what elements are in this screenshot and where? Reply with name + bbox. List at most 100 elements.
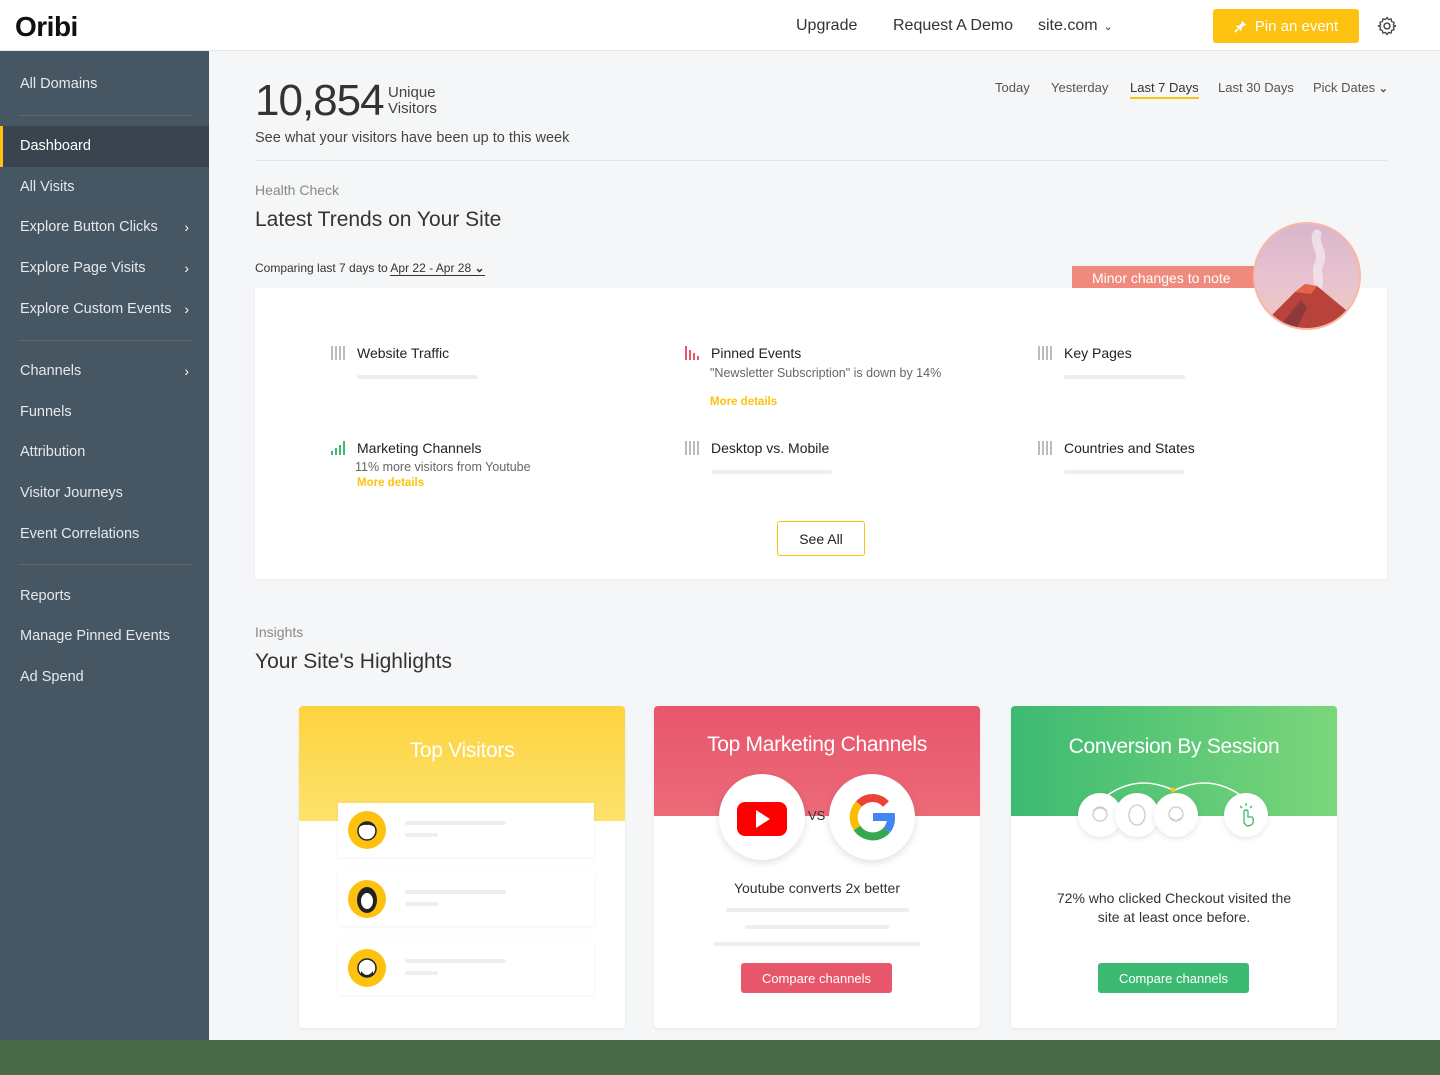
top-bar: Oribi Upgrade Request A Demo site.com ⌄ P… bbox=[0, 0, 1440, 51]
visitors-label: Visitors bbox=[388, 100, 437, 117]
trend-title: Website Traffic bbox=[357, 345, 450, 361]
range-pick-dates[interactable]: Pick Dates ⌄ bbox=[1313, 80, 1388, 95]
range-last-7-days[interactable]: Last 7 Days bbox=[1130, 80, 1199, 99]
placeholder-line bbox=[714, 942, 921, 946]
bar-chart-up-icon bbox=[331, 441, 347, 455]
trend-title: Pinned Events bbox=[711, 345, 802, 361]
sidebar-item-label: Explore Page Visits bbox=[20, 260, 146, 276]
see-all-button[interactable]: See All bbox=[777, 521, 865, 556]
trend-title: Key Pages bbox=[1064, 345, 1132, 361]
header-divider bbox=[255, 160, 1387, 161]
avatar bbox=[348, 811, 386, 849]
request-demo-link[interactable]: Request A Demo bbox=[893, 17, 1013, 35]
youtube-logo bbox=[719, 774, 805, 860]
bar-chart-icon bbox=[331, 346, 347, 360]
upgrade-link[interactable]: Upgrade bbox=[796, 17, 857, 35]
card-header-band bbox=[654, 706, 980, 816]
sidebar-item-label: Visitor Journeys bbox=[20, 485, 123, 501]
trend-title: Marketing Channels bbox=[357, 440, 482, 456]
trend-description: 11% more visitors from Youtube bbox=[355, 460, 531, 474]
card-title: Top Marketing Channels bbox=[707, 733, 927, 756]
sidebar-item-explore-custom-events[interactable]: Explore Custom Events › bbox=[0, 289, 209, 330]
bar-chart-icon bbox=[1038, 346, 1054, 360]
visitor-row[interactable] bbox=[338, 941, 594, 995]
sidebar-item-manage-pinned-events[interactable]: Manage Pinned Events bbox=[0, 616, 209, 657]
pin-icon bbox=[1234, 20, 1246, 33]
chevron-down-icon: ⌄ bbox=[474, 261, 485, 275]
session-visitor-avatar bbox=[1115, 793, 1159, 837]
trend-pinned-events[interactable]: Pinned Events "Newsletter Subscription" … bbox=[685, 345, 941, 408]
site-selector[interactable]: site.com ⌄ bbox=[1038, 17, 1113, 35]
sidebar-item-reports[interactable]: Reports bbox=[0, 576, 209, 617]
trend-title: Countries and States bbox=[1064, 440, 1195, 456]
sidebar-item-event-correlations[interactable]: Event Correlations bbox=[0, 514, 209, 555]
sidebar-item-channels[interactable]: Channels › bbox=[0, 351, 209, 392]
range-last-30-days[interactable]: Last 30 Days bbox=[1218, 80, 1294, 95]
google-icon bbox=[849, 793, 895, 841]
footer-band bbox=[0, 1040, 1440, 1075]
compare-channels-button[interactable]: Compare channels bbox=[741, 963, 892, 993]
sidebar-item-funnels[interactable]: Funnels bbox=[0, 392, 209, 433]
sidebar-item-all-visits[interactable]: All Visits bbox=[0, 167, 209, 208]
placeholder-line bbox=[405, 971, 438, 975]
click-hand-icon bbox=[1224, 793, 1268, 837]
sidebar-divider bbox=[20, 340, 192, 341]
placeholder-line bbox=[1064, 470, 1185, 474]
chevron-right-icon: › bbox=[184, 301, 189, 317]
bar-chart-icon bbox=[1038, 441, 1054, 455]
placeholder-line bbox=[357, 375, 478, 379]
sidebar-item-dashboard[interactable]: Dashboard bbox=[0, 126, 209, 167]
sidebar-item-label: Dashboard bbox=[20, 138, 91, 154]
trend-website-traffic[interactable]: Website Traffic bbox=[331, 345, 478, 379]
trend-desktop-vs-mobile[interactable]: Desktop vs. Mobile bbox=[685, 440, 832, 474]
sidebar-item-label: Reports bbox=[20, 588, 71, 604]
volcano-icon bbox=[1259, 229, 1359, 328]
vs-label: VS bbox=[808, 808, 826, 823]
sidebar-item-label: Ad Spend bbox=[20, 669, 84, 685]
card-text-line: 72% who clicked Checkout visited the bbox=[1056, 890, 1292, 906]
compare-channels-button[interactable]: Compare channels bbox=[1098, 963, 1249, 993]
pin-event-button[interactable]: Pin an event bbox=[1213, 9, 1359, 43]
sidebar-item-attribution[interactable]: Attribution bbox=[0, 432, 209, 473]
comparing-prefix: Comparing last 7 days to bbox=[255, 261, 388, 275]
placeholder-line bbox=[726, 908, 909, 912]
trend-key-pages[interactable]: Key Pages bbox=[1038, 345, 1185, 379]
sidebar-item-all-domains[interactable]: All Domains bbox=[0, 64, 209, 105]
sidebar-item-explore-button-clicks[interactable]: Explore Button Clicks › bbox=[0, 207, 209, 248]
more-details-link[interactable]: More details bbox=[710, 396, 941, 408]
visitor-row[interactable] bbox=[338, 872, 594, 926]
trend-marketing-channels[interactable]: Marketing Channels 11% more visitors fro… bbox=[331, 440, 531, 489]
trend-description: "Newsletter Subscription" is down by 14% bbox=[710, 366, 942, 380]
placeholder-line bbox=[405, 833, 438, 837]
insights-title: Your Site's Highlights bbox=[255, 650, 453, 673]
sidebar-item-label: All Visits bbox=[20, 179, 75, 195]
pick-dates-label: Pick Dates bbox=[1313, 80, 1376, 95]
card-text-line: site at least once before. bbox=[1097, 909, 1251, 925]
card-title: Top Visitors bbox=[409, 739, 515, 762]
trend-countries-and-states[interactable]: Countries and States bbox=[1038, 440, 1195, 474]
oribi-logo[interactable]: Oribi bbox=[15, 11, 78, 43]
insights-kicker: Insights bbox=[255, 624, 304, 640]
visitor-count: 10,854 bbox=[255, 76, 385, 125]
placeholder-line bbox=[405, 902, 438, 906]
range-today[interactable]: Today bbox=[995, 80, 1030, 95]
unique-label: Unique bbox=[388, 84, 436, 101]
sidebar-item-visitor-journeys[interactable]: Visitor Journeys bbox=[0, 473, 209, 514]
sidebar-item-label: Explore Custom Events bbox=[20, 301, 172, 317]
sidebar-item-ad-spend[interactable]: Ad Spend bbox=[0, 657, 209, 698]
comparing-range-selector[interactable]: Apr 22 - Apr 28 ⌄ bbox=[390, 261, 485, 276]
sidebar-divider bbox=[20, 115, 192, 116]
chevron-down-icon: ⌄ bbox=[1103, 21, 1113, 33]
visitor-row[interactable] bbox=[338, 803, 594, 857]
gear-icon[interactable] bbox=[1376, 15, 1398, 37]
range-yesterday[interactable]: Yesterday bbox=[1051, 80, 1108, 95]
unique-visitors-label: Unique Visitors bbox=[388, 85, 437, 117]
chevron-right-icon: › bbox=[184, 219, 189, 235]
comparing-text: Comparing last 7 days to Apr 22 - Apr 28… bbox=[255, 261, 485, 276]
sidebar-item-explore-page-visits[interactable]: Explore Page Visits › bbox=[0, 248, 209, 289]
volcano-illustration bbox=[1253, 222, 1361, 330]
chevron-down-icon: ⌄ bbox=[1378, 83, 1388, 95]
more-details-link[interactable]: More details bbox=[357, 477, 531, 489]
sidebar-divider bbox=[20, 564, 192, 565]
sidebar-item-label: Event Correlations bbox=[20, 526, 140, 542]
